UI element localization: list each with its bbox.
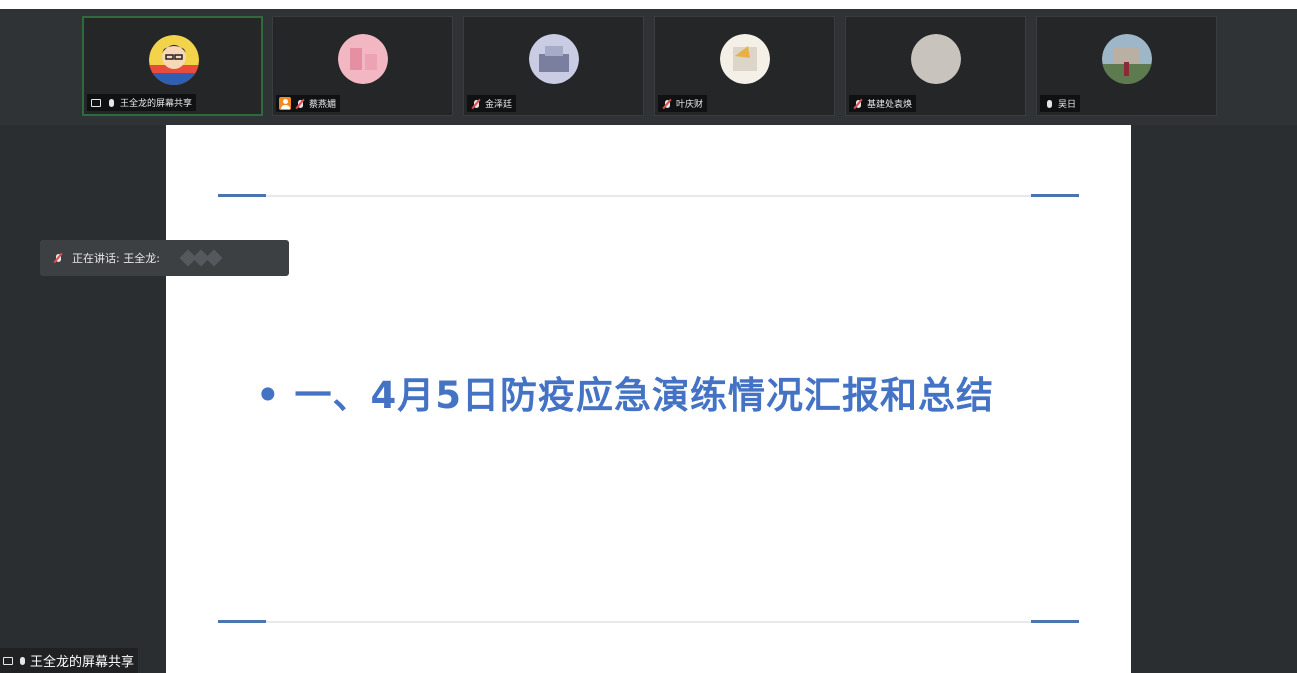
participant-tile-2[interactable]: 蔡燕媚 xyxy=(272,16,453,116)
screen-share-icon xyxy=(90,97,102,109)
divider-accent-right xyxy=(1031,194,1079,197)
slide-title: • 一、4月5日防疫应急演练情况汇报和总结 xyxy=(256,374,995,417)
participant-tile-1[interactable]: 王全龙的屏幕共享 xyxy=(82,16,263,116)
mic-off-icon[interactable] xyxy=(470,98,482,110)
participant-name-bar: 基建处袁焕 xyxy=(849,95,917,112)
participant-name: 叶庆财 xyxy=(676,100,704,110)
mic-off-icon[interactable] xyxy=(852,98,864,110)
mic-off-icon[interactable] xyxy=(661,98,673,110)
mic-on-icon xyxy=(16,655,28,667)
participant-tile-6[interactable]: 吴日 xyxy=(1036,16,1217,116)
share-label-text: 王全龙的屏幕共享 xyxy=(30,655,135,670)
divider-accent-left xyxy=(218,194,266,197)
divider-accent-left xyxy=(218,620,266,623)
participant-name: 基建处袁焕 xyxy=(867,100,913,110)
participant-name: 王全龙的屏幕共享 xyxy=(120,99,193,109)
participant-name: 金泽廷 xyxy=(485,100,513,110)
bottom-divider xyxy=(218,620,1079,623)
participant-strip: 王全龙的屏幕共享 蔡燕媚 金泽廷 叶庆财 基建处袁焕 吴日 xyxy=(0,9,1297,125)
participant-tile-3[interactable]: 金泽廷 xyxy=(463,16,644,116)
mic-on-icon[interactable] xyxy=(1043,98,1055,110)
shared-slide: • 一、4月5日防疫应急演练情况汇报和总结 xyxy=(166,125,1131,673)
speaking-indicator: 正在讲话: 王全龙: xyxy=(40,240,289,276)
avatar xyxy=(911,34,961,84)
audio-wave-icon xyxy=(179,249,223,267)
speaking-label: 正在讲话: 王全龙: xyxy=(72,252,160,265)
participant-tile-5[interactable]: 基建处袁焕 xyxy=(845,16,1026,116)
meeting-window: 王全龙的屏幕共享 蔡燕媚 金泽廷 叶庆财 基建处袁焕 吴日 • 一、4月5日防疫… xyxy=(0,9,1297,673)
person-icon xyxy=(279,97,291,110)
screen-share-label: 王全龙的屏幕共享 xyxy=(0,648,139,673)
participant-tile-4[interactable]: 叶庆财 xyxy=(654,16,835,116)
mic-on-icon[interactable] xyxy=(105,97,117,109)
participant-name-bar: 吴日 xyxy=(1040,95,1081,112)
avatar xyxy=(149,35,199,85)
divider-accent-right xyxy=(1031,620,1079,623)
participant-name: 吴日 xyxy=(1058,100,1077,110)
participant-name-bar: 蔡燕媚 xyxy=(276,95,341,112)
top-divider xyxy=(218,194,1079,197)
speaker-mic-icon xyxy=(52,252,64,264)
avatar xyxy=(1102,34,1152,84)
participant-name-bar: 王全龙的屏幕共享 xyxy=(87,94,197,111)
screen-share-icon xyxy=(2,655,14,667)
participant-name-bar: 叶庆财 xyxy=(658,95,708,112)
participant-name: 蔡燕媚 xyxy=(309,100,337,110)
participant-name-bar: 金泽廷 xyxy=(467,95,517,112)
avatar xyxy=(338,34,388,84)
avatar xyxy=(529,34,579,84)
avatar xyxy=(720,34,770,84)
mic-off-icon[interactable] xyxy=(294,98,306,110)
